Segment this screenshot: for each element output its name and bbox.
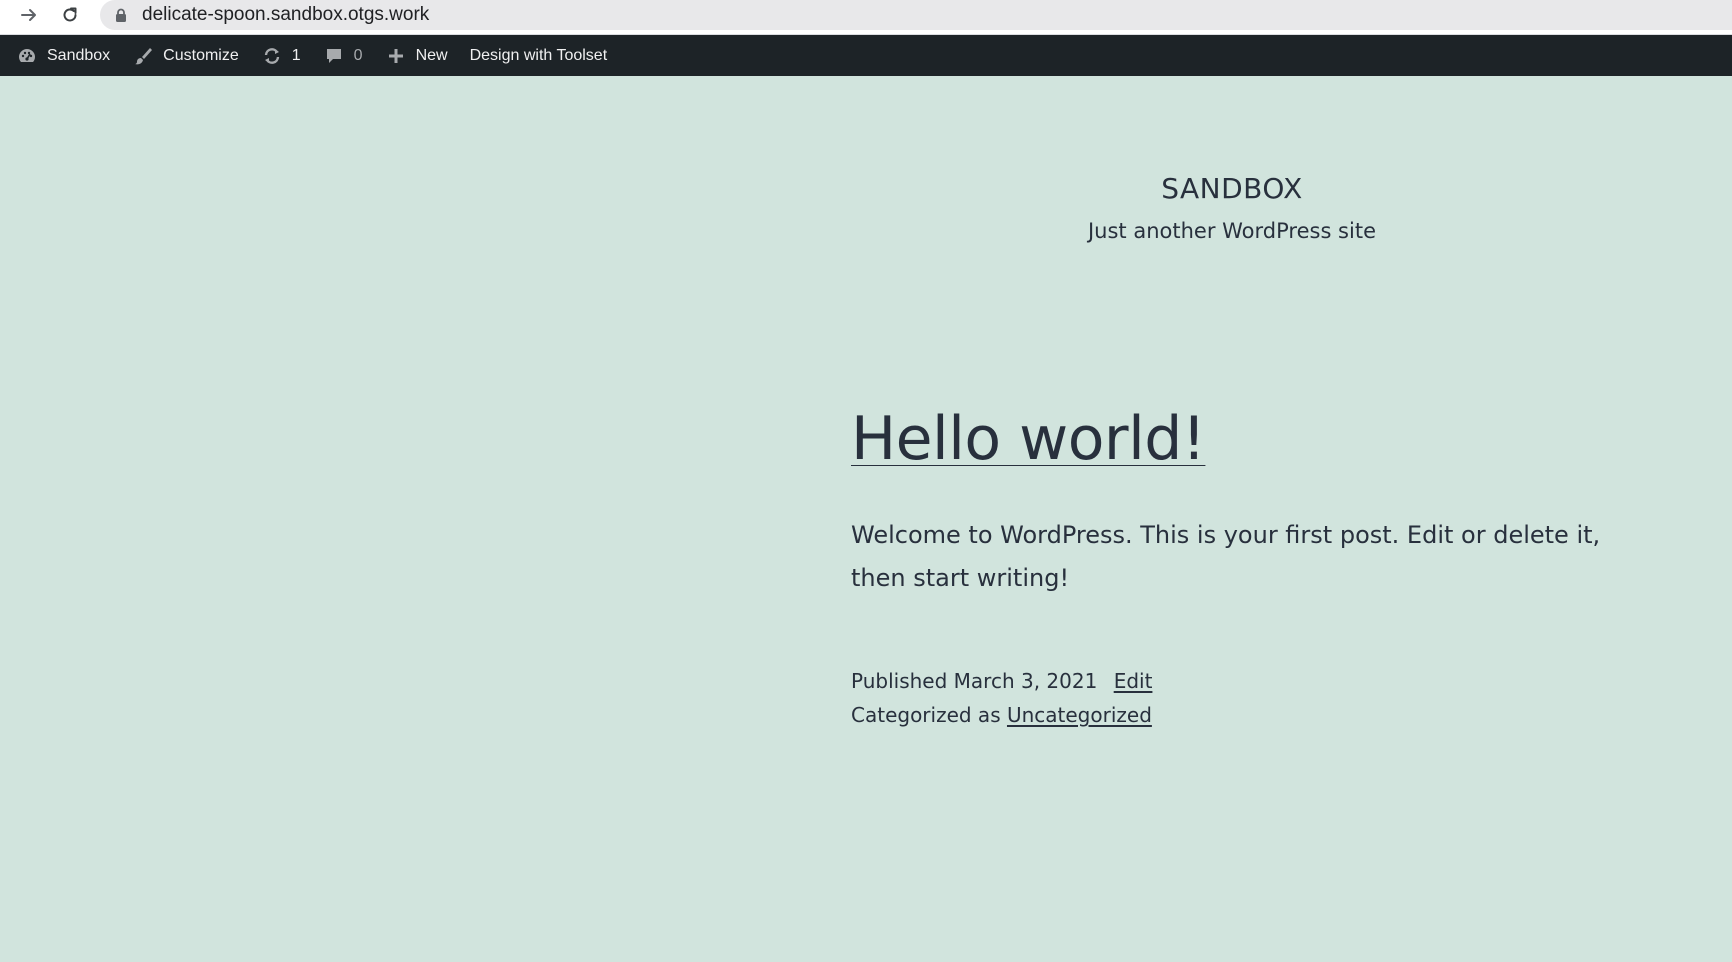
post-content: Welcome to WordPress. This is your first…	[851, 521, 1601, 592]
admin-bar-customize[interactable]: Customize	[132, 35, 239, 76]
arrow-right-icon[interactable]	[16, 2, 42, 28]
address-bar[interactable]: delicate-spoon.sandbox.otgs.work	[100, 0, 1732, 30]
post-published-line: Published March 3, 2021 Edit	[851, 664, 1152, 698]
admin-bar-new-content[interactable]: New	[385, 35, 448, 76]
updates-count: 1	[291, 46, 301, 64]
lock-icon[interactable]	[114, 8, 128, 22]
url-text[interactable]: delicate-spoon.sandbox.otgs.work	[142, 4, 429, 26]
updates-icon	[261, 45, 283, 67]
dashboard-icon	[16, 45, 38, 67]
category-link[interactable]: Uncategorized	[1007, 703, 1152, 727]
admin-bar-updates[interactable]: 1	[261, 35, 301, 76]
admin-bar-design-with-toolset[interactable]: Design with Toolset	[470, 35, 608, 76]
post-meta: Published March 3, 2021 Edit Categorized…	[851, 664, 1152, 732]
reload-icon[interactable]	[57, 2, 83, 28]
toolset-label: Design with Toolset	[469, 46, 608, 64]
published-label: Published	[851, 669, 948, 693]
categorized-label: Categorized as	[851, 703, 1001, 727]
admin-bar-site-name[interactable]: Sandbox	[16, 35, 110, 76]
new-label: New	[415, 46, 448, 64]
comment-icon	[323, 45, 345, 67]
edit-post-link[interactable]: Edit	[1114, 669, 1153, 693]
browser-toolbar: delicate-spoon.sandbox.otgs.work	[0, 0, 1732, 35]
site-description: Just another WordPress site	[1087, 219, 1376, 243]
customize-label: Customize	[163, 46, 239, 64]
wp-admin-bar: Sandbox Customize 1 0 New Design with To…	[0, 35, 1732, 76]
admin-bar-comments[interactable]: 0	[323, 35, 363, 76]
brush-icon	[132, 45, 154, 67]
site-title[interactable]: SANDBOX	[932, 172, 1532, 205]
published-date: March 3, 2021	[953, 669, 1098, 693]
post-category-line: Categorized as Uncategorized	[851, 698, 1152, 732]
plus-icon	[385, 45, 407, 67]
post-title-link[interactable]: Hello world!	[851, 404, 1206, 474]
comments-count: 0	[353, 46, 363, 64]
site-name-label: Sandbox	[47, 46, 111, 64]
